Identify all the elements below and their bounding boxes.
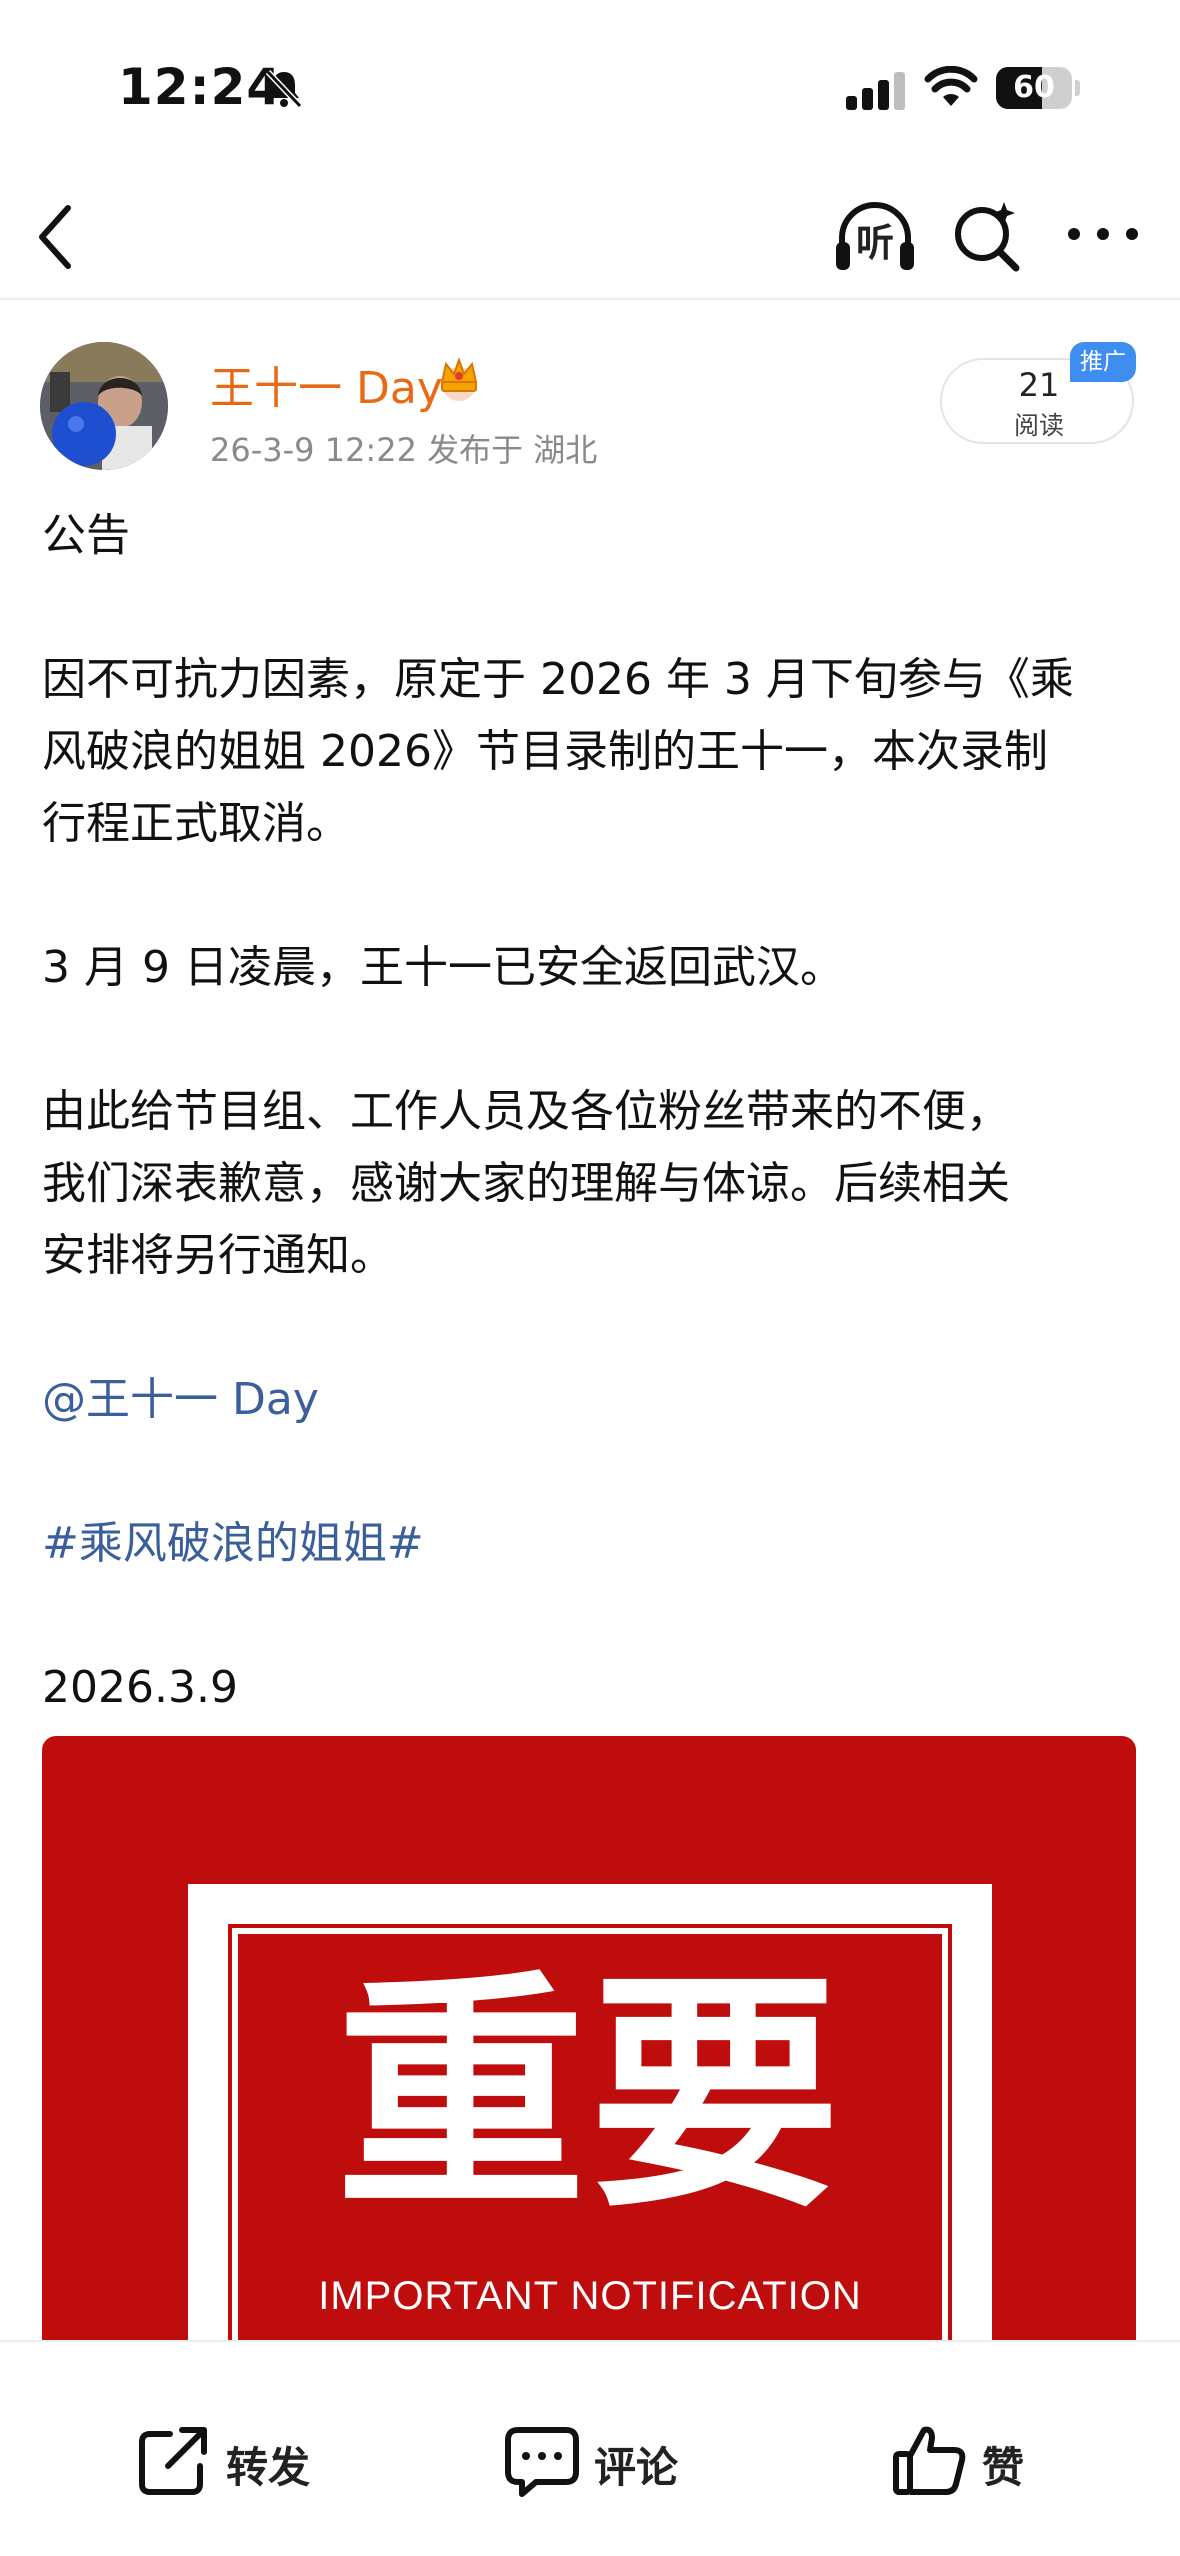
post-line: 行程正式取消。 <box>42 798 350 849</box>
signal-icon <box>846 72 905 110</box>
repost-button[interactable]: 转发 <box>134 2420 334 2500</box>
nav-bar: 听 <box>0 170 1180 300</box>
comment-icon <box>505 2427 579 2497</box>
listen-button[interactable]: 听 <box>832 196 918 276</box>
search-star-icon[interactable] <box>950 196 1024 276</box>
author-name[interactable]: 王十一 Day <box>210 352 443 416</box>
post-heading: 公告 <box>42 510 130 561</box>
post-line: 我们深表歉意，感谢大家的理解与体谅。后续相关 <box>42 1158 1010 1209</box>
hashtag-link[interactable]: #乘风破浪的姐姐# <box>42 1508 1142 1580</box>
status-time: 12:24 <box>118 58 283 116</box>
post-line: 安排将另行通知。 <box>42 1230 394 1281</box>
avatar[interactable] <box>40 342 168 470</box>
like-button[interactable]: 赞 <box>890 2420 1050 2500</box>
post-line: 因不可抗力因素，原定于 2026 年 3 月下旬参与《乘 <box>42 654 1074 705</box>
post-meta: 26-3-9 12:22 发布于 湖北 <box>210 431 598 469</box>
post-date: 2026.3.9 <box>42 1662 238 1713</box>
promo-badge[interactable]: 推广 <box>1070 342 1136 382</box>
more-icon[interactable] <box>1064 214 1142 254</box>
image-title: 重要 <box>336 1950 844 2241</box>
post-image[interactable]: 重要 IMPORTANT NOTIFICATION <box>42 1736 1136 2356</box>
share-icon <box>139 2427 207 2495</box>
post-line: 由此给节目组、工作人员及各位粉丝带来的不便， <box>42 1086 1010 1137</box>
comment-label: 评论 <box>594 2443 679 2492</box>
back-icon[interactable] <box>30 200 84 274</box>
avatar-photo <box>40 342 168 470</box>
post-line: 3 月 9 日凌晨，王十一已安全返回武汉。 <box>42 942 844 993</box>
battery-level: 60 <box>1013 70 1055 105</box>
post-line: 风破浪的姐姐 2026》节目录制的王十一，本次录制 <box>42 726 1048 777</box>
battery-indicator: 60 <box>996 67 1080 109</box>
mention-link[interactable]: @王十一 Day <box>42 1364 1142 1436</box>
comment-button[interactable]: 评论 <box>502 2420 702 2500</box>
wifi-icon <box>924 66 978 106</box>
like-label: 赞 <box>982 2443 1025 2492</box>
action-bar: 转发 评论 赞 <box>0 2340 1180 2556</box>
listen-label: 听 <box>855 221 894 265</box>
image-subtitle: IMPORTANT NOTIFICATION <box>318 2274 862 2318</box>
read-label: 阅读 <box>1013 411 1064 440</box>
repost-label: 转发 <box>226 2443 311 2492</box>
status-bar: 12:24 60 <box>0 0 1180 170</box>
crown-icon <box>440 357 478 401</box>
thumbs-up-icon <box>893 2426 966 2495</box>
bell-muted-icon <box>265 69 303 109</box>
